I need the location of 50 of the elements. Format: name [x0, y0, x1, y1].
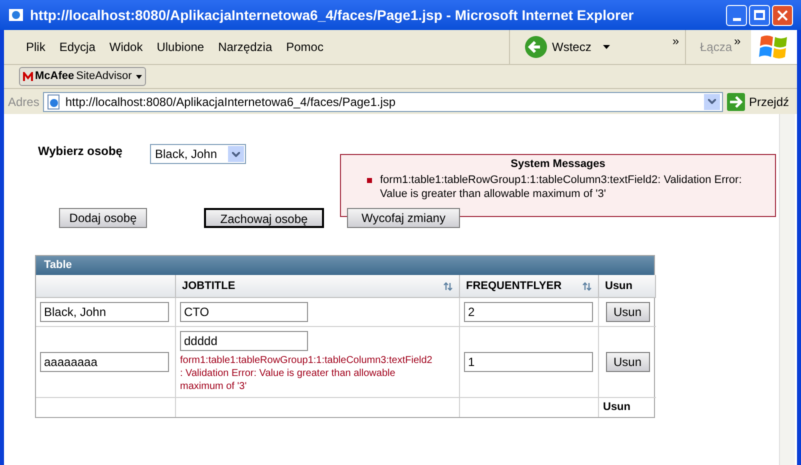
menu-item[interactable]: Widok — [109, 38, 143, 56]
maximize-button[interactable] — [749, 4, 770, 26]
error-message: form1:table1:tableRowGroup1:1:tableColumn3:textField2: Validation Error: Value is greater than allowable maximum of '3' — [380, 172, 743, 200]
action-button[interactable]: Zachowaj osobę — [204, 208, 324, 228]
frequentflyer-field[interactable]: 1 — [464, 352, 593, 372]
go-arrow-icon[interactable] — [726, 92, 745, 110]
scrollbar[interactable] — [779, 114, 795, 465]
links-overflow[interactable]: » — [734, 32, 741, 50]
mcafee-logo-icon — [23, 72, 33, 82]
minimize-button[interactable] — [726, 4, 747, 26]
name-field[interactable]: Black, John — [40, 302, 169, 322]
address-label: Adres — [8, 94, 40, 110]
delete-button[interactable]: Usun — [606, 302, 650, 322]
jobtitle-field[interactable]: CTO — [180, 302, 308, 322]
windows-logo-icon — [759, 33, 789, 61]
validation-error: form1:table1:tableRowGroup1:1:tableColumn3:textField2: Validation Error: Value is greater than allowable maximum of '3' — [180, 354, 434, 393]
column-header[interactable]: FREQUENTFLYER — [460, 275, 599, 298]
sort-icon[interactable] — [582, 282, 592, 290]
siteadvisor-button[interactable]: McAfee SiteAdvisor — [19, 67, 146, 86]
close-icon[interactable] — [777, 10, 788, 20]
name-field[interactable]: aaaaaaaa — [40, 352, 169, 372]
dropdown-caret-icon[interactable] — [603, 45, 610, 49]
menu-item[interactable]: Narzędzia — [218, 38, 272, 56]
table-title: Table — [44, 258, 72, 274]
sort-icon[interactable] — [443, 282, 453, 290]
menu-item[interactable]: Edycja — [59, 38, 96, 56]
column-header[interactable]: JOBTITLE — [176, 275, 460, 298]
person-label: Wybierz osobę — [38, 143, 124, 160]
back-button[interactable]: Wstecz — [552, 38, 592, 56]
jobtitle-field[interactable]: ddddd — [180, 331, 308, 351]
messages-title: System Messages — [510, 157, 606, 172]
toolbar-overflow[interactable]: » — [672, 32, 679, 50]
bullet-icon — [367, 178, 372, 182]
frequentflyer-field[interactable]: 2 — [464, 302, 593, 322]
delete-button[interactable]: Usun — [606, 352, 650, 372]
footer-label: Usun — [603, 400, 630, 416]
browser-icon — [8, 7, 24, 23]
caret-icon[interactable] — [136, 74, 142, 78]
action-button[interactable]: Dodaj osobę — [59, 208, 147, 228]
go-button[interactable]: Przejdź — [748, 92, 793, 110]
page-icon — [46, 94, 62, 110]
menu-item[interactable]: Pomoc — [286, 38, 324, 56]
menu-item[interactable]: Plik — [26, 38, 46, 56]
menu-item[interactable]: Ulubione — [156, 38, 204, 56]
close-button[interactable] — [772, 4, 793, 26]
action-button[interactable]: Wycofaj zmiany — [347, 208, 460, 228]
column-header: Usun — [599, 275, 656, 298]
address-field[interactable]: http://localhost:8080/AplikacjaInternetowa6_4/faces/Page1.jsp — [43, 92, 723, 112]
window-title: http://localhost:8080/AplikacjaInternetowa6_4/faces/Page1.jsp - Microsoft Internet Explorer — [30, 6, 634, 25]
person-select[interactable]: Black, John — [150, 144, 246, 164]
